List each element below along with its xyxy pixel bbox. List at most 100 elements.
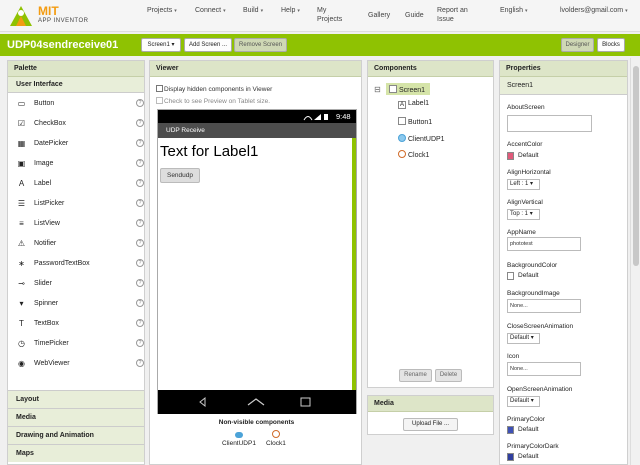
nonvisible-clientudp[interactable]: ClientUDP1	[222, 432, 256, 447]
palette-item-passwordtextbox[interactable]: ∗ PasswordTextBox?	[8, 254, 144, 274]
nav-help[interactable]: Help ▾	[281, 6, 300, 16]
palette-item-label[interactable]: A Label?	[8, 174, 144, 194]
page-scrollbar[interactable]	[630, 58, 640, 465]
accent-color-swatch[interactable]	[507, 152, 514, 160]
palette-category-media[interactable]: Media	[8, 408, 144, 426]
help-icon[interactable]: ?	[136, 119, 144, 127]
nav-account[interactable]: lvolders@gmail.com ▾	[560, 6, 628, 16]
prop-icon-label: Icon	[507, 353, 520, 360]
app-name-input[interactable]: phototest	[507, 237, 581, 251]
android-nav-icons	[199, 396, 311, 408]
tree-node-screen1[interactable]: Screen1	[386, 83, 430, 95]
help-icon[interactable]: ?	[136, 279, 144, 287]
primary-dark-value[interactable]: Default	[518, 453, 539, 460]
palette-item-timepicker[interactable]: ◷ TimePicker?	[8, 334, 144, 354]
palette-item-textbox[interactable]: T TextBox?	[8, 314, 144, 334]
listview-icon: ≡	[19, 219, 24, 228]
palette-item-webviewer[interactable]: ◉ WebViewer?	[8, 354, 144, 374]
components-title: Components	[368, 61, 493, 77]
nav-account-label: lvolders@gmail.com	[560, 7, 624, 14]
nav-language[interactable]: English ▾	[500, 6, 527, 16]
nav-projects[interactable]: Projects ▾	[147, 6, 177, 16]
designer-button[interactable]: Designer	[561, 38, 594, 52]
blocks-button[interactable]: Blocks	[597, 38, 625, 52]
palette-item-slider[interactable]: ⊸ Slider?	[8, 274, 144, 294]
palette-item-listpicker[interactable]: ☰ ListPicker?	[8, 194, 144, 214]
help-icon[interactable]: ?	[136, 99, 144, 107]
app-inventor-logo[interactable]: MIT APP INVENTOR	[8, 3, 98, 29]
palette-item-label: DatePicker	[34, 140, 69, 147]
nav-report-issue[interactable]: Report an Issue	[437, 6, 468, 24]
palette-category-drawing[interactable]: Drawing and Animation	[8, 426, 144, 444]
bg-color-value[interactable]: Default	[518, 272, 539, 279]
prop-align-horizontal-label: AlignHorizontal	[507, 169, 551, 176]
tree-node-button1[interactable]: Button1	[398, 117, 432, 126]
help-icon[interactable]: ?	[136, 259, 144, 267]
palette-item-image[interactable]: ▣ Image?	[8, 154, 144, 174]
align-vertical-select[interactable]: Top : 1 ▾	[507, 209, 540, 220]
label1-preview[interactable]: Text for Label1	[160, 143, 258, 160]
palette-item-label: TextBox	[34, 320, 59, 327]
open-anim-select[interactable]: Default ▾	[507, 396, 540, 407]
help-icon[interactable]: ?	[136, 239, 144, 247]
help-icon[interactable]: ?	[136, 319, 144, 327]
help-icon[interactable]: ?	[136, 159, 144, 167]
phone-screen-body[interactable]: Text for Label1 Sendudp	[158, 138, 356, 390]
page-scrollbar-thumb[interactable]	[633, 66, 639, 266]
help-icon[interactable]: ?	[136, 179, 144, 187]
nav-help-label: Help	[281, 7, 296, 14]
tree-node-clientudp1[interactable]: ClientUDP1	[398, 134, 445, 143]
status-icons	[303, 114, 328, 121]
nav-guide[interactable]: Guide	[405, 11, 424, 20]
nav-gallery[interactable]: Gallery	[368, 11, 390, 20]
help-icon[interactable]: ?	[136, 199, 144, 207]
help-icon[interactable]: ?	[136, 359, 144, 367]
primary-dark-swatch[interactable]	[507, 453, 514, 461]
palette-item-notifier[interactable]: ⚠ Notifier?	[8, 234, 144, 254]
help-icon[interactable]: ?	[136, 339, 144, 347]
screen-select[interactable]: Screen1 ▾	[141, 38, 181, 52]
help-icon[interactable]: ?	[136, 299, 144, 307]
align-horizontal-select[interactable]: Left : 1 ▾	[507, 179, 540, 190]
nav-connect[interactable]: Connect ▾	[195, 6, 226, 16]
collapse-icon[interactable]: ⊟	[374, 85, 381, 94]
add-screen-button[interactable]: Add Screen ...	[184, 38, 232, 52]
palette-item-listview[interactable]: ≡ ListView?	[8, 214, 144, 234]
nav-build[interactable]: Build ▾	[243, 6, 263, 16]
checkbox-icon: ☑	[17, 119, 26, 128]
tree-node-label1[interactable]: A Label1	[398, 100, 429, 109]
display-hidden-checkbox[interactable]: Display hidden components in Viewer	[156, 85, 272, 93]
slider-icon: ⊸	[18, 279, 25, 288]
tree-node-clock1[interactable]: Clock1	[398, 150, 429, 159]
palette-item-label: Label	[34, 180, 52, 187]
palette-item-button[interactable]: ▭ Button?	[8, 94, 144, 114]
nonvisible-clock[interactable]: Clock1	[266, 430, 286, 447]
palette-item-label: Image	[34, 160, 54, 167]
help-icon[interactable]: ?	[136, 139, 144, 147]
help-icon[interactable]: ?	[136, 219, 144, 227]
bg-color-swatch[interactable]	[507, 272, 514, 280]
palette-item-spinner[interactable]: ▾ Spinner?	[8, 294, 144, 314]
delete-button[interactable]: Delete	[435, 369, 462, 382]
palette-category-maps[interactable]: Maps	[8, 444, 144, 462]
close-anim-select[interactable]: Default ▾	[507, 333, 540, 344]
checkbox-icon	[156, 85, 163, 92]
bg-image-picker[interactable]: None...	[507, 299, 581, 313]
button1-preview[interactable]: Sendudp	[160, 168, 200, 183]
tablet-preview-checkbox[interactable]: Check to see Preview on Tablet size.	[156, 97, 270, 105]
viewer-panel: Viewer Display hidden components in View…	[149, 60, 362, 465]
palette-item-checkbox[interactable]: ☑ CheckBox?	[8, 114, 144, 134]
palette-section-user-interface[interactable]: User Interface	[8, 77, 144, 93]
primary-color-value[interactable]: Default	[518, 426, 539, 433]
remove-screen-button[interactable]: Remove Screen	[234, 38, 287, 52]
app-inventor-logo-icon	[10, 6, 32, 26]
icon-picker[interactable]: None...	[507, 362, 581, 376]
palette-item-datepicker[interactable]: ▦ DatePicker?	[8, 134, 144, 154]
accent-color-value[interactable]: Default	[518, 152, 539, 159]
rename-button[interactable]: Rename	[399, 369, 432, 382]
nav-my-projects[interactable]: My Projects	[317, 6, 342, 24]
palette-category-layout[interactable]: Layout	[8, 390, 144, 408]
upload-file-button[interactable]: Upload File ...	[403, 418, 458, 431]
about-screen-textarea[interactable]	[507, 115, 592, 132]
primary-color-swatch[interactable]	[507, 426, 514, 434]
